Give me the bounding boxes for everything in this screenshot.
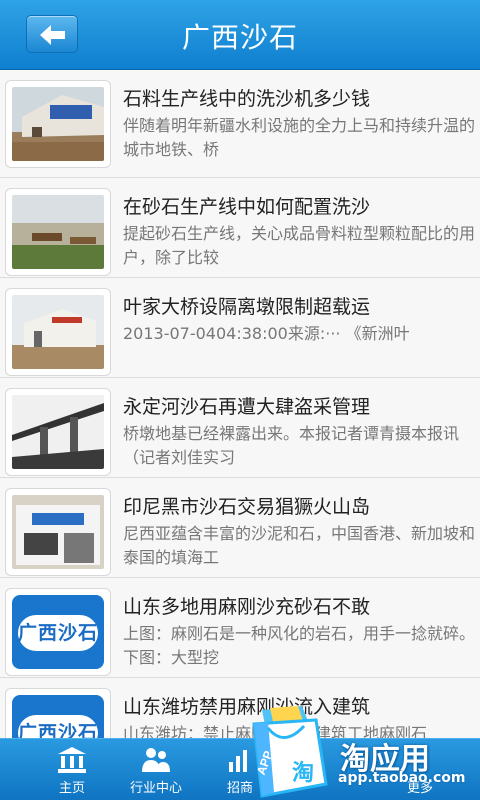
article-title[interactable]: 石料生产线中的洗沙机多少钱 [123, 84, 370, 111]
article-summary: 尼西亚蕴含丰富的沙泥和石，中国香港、新加坡和泰国的填海工 [123, 524, 476, 567]
article-summary: 上图：麻刚石是一种风化的岩石，用手一捻就碎。下图：大型挖 [123, 624, 476, 667]
list-item[interactable]: 广西沙石 山东多地用麻刚沙充砂石不敢 上图：麻刚石是一种风化的岩石，用手一捻就碎… [0, 578, 480, 678]
article-title[interactable]: 山东多地用麻刚沙充砂石不敢 [123, 592, 370, 619]
users-icon [142, 748, 170, 772]
promo-url[interactable]: app.taobao.com [338, 770, 465, 786]
article-title[interactable]: 永定河沙石再遭大肆盗采管理 [123, 392, 370, 419]
article-thumbnail: 广西沙石 [5, 688, 111, 740]
page-title: 广西沙石 [181, 21, 298, 54]
article-summary: 提起砂石生产线，关心成品骨料粒型颗粒配比的用户，除了比较 [123, 224, 476, 267]
article-title[interactable]: 在砂石生产线中如何配置洗沙 [123, 192, 370, 219]
article-list[interactable]: 石料生产线中的洗沙机多少钱 伴随着明年新疆水利设施的全力上马和持续升温的城市地铁… [0, 70, 480, 740]
article-title[interactable]: 叶家大桥设隔离墩限制超载运 [123, 292, 370, 319]
building-photo [12, 87, 104, 161]
shopping-bag-icon: APP 淘 [252, 706, 328, 798]
article-thumbnail [5, 188, 111, 276]
list-item[interactable]: 永定河沙石再遭大肆盗采管理 桥墩地基已经裸露出来。本报记者谭青摄本报讯（记者刘佳… [0, 378, 480, 478]
brand-logo-text: 广西沙石 [18, 615, 98, 651]
article-summary: 伴随着明年新疆水利设施的全力上马和持续升温的城市地铁、桥 [123, 116, 476, 159]
brand-logo: 广西沙石 [12, 595, 104, 669]
article-summary: 桥墩地基已经裸露出来。本报记者谭青摄本报讯（记者刘佳实习 [123, 424, 460, 467]
article-thumbnail [5, 80, 111, 168]
taobao-promo-badge[interactable]: APP 淘 淘应用 app.taobao.com [240, 700, 480, 800]
tab-home[interactable]: 主页 [24, 739, 120, 800]
river-photo [12, 195, 104, 269]
list-item[interactable]: 叶家大桥设隔离墩限制超载运 2013-07-0404:38:00来源:··· 《… [0, 278, 480, 378]
house-photo [12, 295, 104, 369]
bridge-photo [12, 395, 104, 469]
list-item[interactable]: 印尼黑市沙石交易猖獗火山岛 尼西亚蕴含丰富的沙泥和石，中国香港、新加坡和泰国的填… [0, 478, 480, 578]
app-header: 广西沙石 [0, 0, 480, 70]
shop-photo [12, 495, 104, 569]
bag-taobao-char: 淘 [292, 760, 314, 786]
tab-label: 主页 [58, 781, 85, 796]
tab-industry-center[interactable]: 行业中心 [108, 739, 204, 800]
brand-logo: 广西沙石 [12, 695, 104, 740]
article-thumbnail [5, 488, 111, 576]
article-thumbnail: 广西沙石 [5, 588, 111, 676]
brand-logo-text: 广西沙石 [18, 715, 98, 740]
bank-icon [58, 747, 86, 773]
list-item[interactable]: 在砂石生产线中如何配置洗沙 提起砂石生产线，关心成品骨料粒型颗粒配比的用户，除了… [0, 178, 480, 278]
article-thumbnail [5, 288, 111, 376]
article-thumbnail [5, 388, 111, 476]
article-summary: 2013-07-0404:38:00来源:··· 《新洲叶 [123, 324, 410, 343]
article-title[interactable]: 印尼黑市沙石交易猖獗火山岛 [123, 492, 370, 519]
list-item[interactable]: 石料生产线中的洗沙机多少钱 伴随着明年新疆水利设施的全力上马和持续升温的城市地铁… [0, 70, 480, 178]
tab-label: 行业中心 [129, 781, 182, 796]
